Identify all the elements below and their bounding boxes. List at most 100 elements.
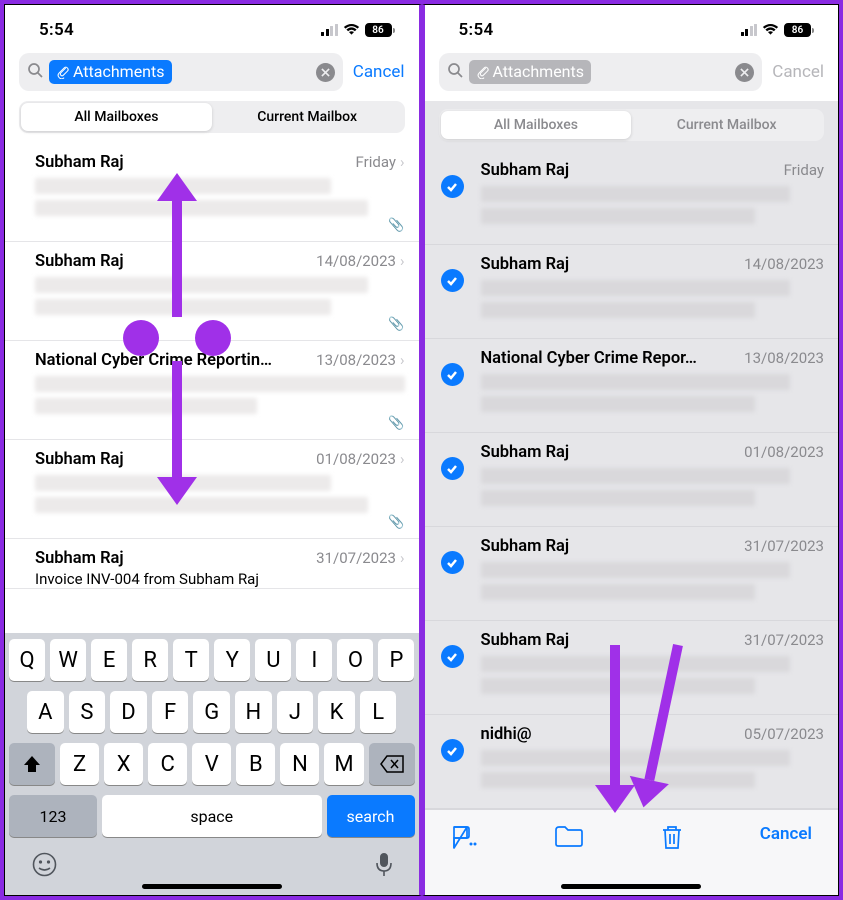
select-checkmark[interactable] xyxy=(441,645,464,668)
home-indicator[interactable] xyxy=(142,884,282,889)
key-o[interactable]: O xyxy=(337,639,373,681)
email-row[interactable]: Subham Raj Friday› 📎 xyxy=(5,143,419,242)
email-row[interactable]: nidhi@ 05/07/2023 xyxy=(425,715,839,809)
select-checkmark[interactable] xyxy=(441,739,464,762)
select-checkmark[interactable] xyxy=(441,457,464,480)
email-row[interactable]: Subham Raj Friday xyxy=(425,151,839,245)
row-date: 14/08/2023 xyxy=(744,255,824,273)
search-key[interactable]: search xyxy=(327,795,415,837)
row-sender: Subham Raj xyxy=(481,537,570,556)
segmented-wrap: All Mailboxes Current Mailbox xyxy=(425,101,839,151)
row-date: 01/08/2023 xyxy=(744,443,824,461)
seg-current-mailbox[interactable]: Current Mailbox xyxy=(631,111,822,139)
status-time: 5:54 xyxy=(39,20,74,40)
email-row[interactable]: Subham Raj 31/07/2023› Invoice INV-004 f… xyxy=(5,539,419,589)
search-row: Attachments Cancel xyxy=(425,49,839,101)
key-w[interactable]: W xyxy=(50,639,86,681)
key-e[interactable]: E xyxy=(91,639,127,681)
emoji-icon[interactable] xyxy=(31,851,58,885)
move-folder-icon[interactable] xyxy=(554,824,584,852)
edit-toolbar: Cancel xyxy=(425,809,839,895)
select-checkmark[interactable] xyxy=(441,551,464,574)
row-sender: Subham Raj xyxy=(481,631,570,650)
battery-icon: 86 xyxy=(365,23,395,37)
key-r[interactable]: R xyxy=(132,639,168,681)
seg-all-mailboxes[interactable]: All Mailboxes xyxy=(441,111,632,139)
chevron-right-icon: › xyxy=(400,153,405,171)
row-sender: Subham Raj xyxy=(481,161,570,180)
keyboard[interactable]: QWERTYUIOP ASDFGHJKL ZXCVBNM 123 space s… xyxy=(5,633,419,895)
select-checkmark[interactable] xyxy=(441,175,464,198)
email-row[interactable]: Subham Raj31/07/2023 xyxy=(425,527,839,621)
row-date: 31/07/2023 xyxy=(316,549,396,567)
email-row[interactable]: National Cyber Crime Repor…13/08/2023 xyxy=(425,339,839,433)
row-date: 01/08/2023 xyxy=(316,450,396,468)
row-date: 31/07/2023 xyxy=(744,631,824,649)
mark-icon[interactable] xyxy=(451,824,479,854)
email-row[interactable]: Subham Raj 14/08/2023› 📎 xyxy=(5,242,419,341)
email-row[interactable]: Subham Raj 14/08/2023 xyxy=(425,245,839,339)
chevron-right-icon: › xyxy=(400,252,405,270)
row-date: 13/08/2023 xyxy=(316,351,396,369)
key-h[interactable]: H xyxy=(235,691,272,733)
space-key[interactable]: space xyxy=(102,795,322,837)
key-c[interactable]: C xyxy=(148,743,187,785)
shift-key[interactable] xyxy=(9,743,55,785)
key-m[interactable]: M xyxy=(324,743,363,785)
toolbar-cancel[interactable]: Cancel xyxy=(760,824,812,844)
key-s[interactable]: S xyxy=(69,691,106,733)
search-cancel[interactable]: Cancel xyxy=(353,62,405,82)
row-subject: Invoice INV-004 from Subham Raj xyxy=(35,570,405,588)
key-g[interactable]: G xyxy=(193,691,230,733)
key-d[interactable]: D xyxy=(110,691,147,733)
segmented-wrap: All Mailboxes Current Mailbox xyxy=(5,101,419,143)
key-f[interactable]: F xyxy=(152,691,189,733)
home-indicator[interactable] xyxy=(561,884,701,889)
search-token-attachments[interactable]: Attachments xyxy=(49,60,172,84)
key-v[interactable]: V xyxy=(192,743,231,785)
key-k[interactable]: K xyxy=(318,691,355,733)
row-date: 14/08/2023 xyxy=(316,252,396,270)
select-checkmark[interactable] xyxy=(441,269,464,292)
search-token-attachments[interactable]: Attachments xyxy=(469,60,592,84)
status-time: 5:54 xyxy=(459,20,494,40)
email-row[interactable]: Subham Raj01/08/2023 xyxy=(425,433,839,527)
numbers-key[interactable]: 123 xyxy=(9,795,97,837)
key-i[interactable]: I xyxy=(296,639,332,681)
key-u[interactable]: U xyxy=(255,639,291,681)
seg-current-mailbox[interactable]: Current Mailbox xyxy=(212,103,403,131)
mic-icon[interactable] xyxy=(375,851,393,885)
key-z[interactable]: Z xyxy=(60,743,99,785)
key-y[interactable]: Y xyxy=(214,639,250,681)
key-l[interactable]: L xyxy=(360,691,397,733)
email-row[interactable]: Subham Raj 31/07/2023 xyxy=(425,621,839,715)
key-n[interactable]: N xyxy=(280,743,319,785)
seg-all-mailboxes[interactable]: All Mailboxes xyxy=(21,103,212,131)
email-list[interactable]: Subham Raj Friday› 📎 Subham Raj 14/08/20… xyxy=(5,143,419,589)
key-b[interactable]: B xyxy=(236,743,275,785)
key-j[interactable]: J xyxy=(277,691,314,733)
key-a[interactable]: A xyxy=(27,691,64,733)
search-cancel[interactable]: Cancel xyxy=(772,62,824,82)
search-field[interactable]: Attachments xyxy=(439,53,763,91)
trash-icon[interactable] xyxy=(660,824,684,855)
row-sender: Subham Raj xyxy=(481,255,570,274)
backspace-key[interactable] xyxy=(369,743,415,785)
status-icons: 86 xyxy=(321,21,395,40)
email-list[interactable]: Subham Raj Friday Subham Raj 14/08/2023 Nati… xyxy=(425,151,839,809)
email-row[interactable]: National Cyber Crime Reportin… 13/08/202… xyxy=(5,341,419,440)
key-q[interactable]: Q xyxy=(9,639,45,681)
row-sender: nidhi@ xyxy=(481,725,532,744)
clear-icon[interactable] xyxy=(735,63,754,82)
key-t[interactable]: T xyxy=(173,639,209,681)
search-field[interactable]: Attachments xyxy=(19,53,343,91)
key-x[interactable]: X xyxy=(104,743,143,785)
clear-icon[interactable] xyxy=(316,63,335,82)
cellular-icon xyxy=(321,24,338,36)
key-p[interactable]: P xyxy=(378,639,414,681)
select-checkmark[interactable] xyxy=(441,363,464,386)
row-date: Friday xyxy=(784,161,824,179)
email-row[interactable]: Subham Raj 01/08/2023› 📎 xyxy=(5,440,419,539)
row-date: 05/07/2023 xyxy=(744,725,824,743)
row-sender: National Cyber Crime Repor… xyxy=(481,349,697,368)
